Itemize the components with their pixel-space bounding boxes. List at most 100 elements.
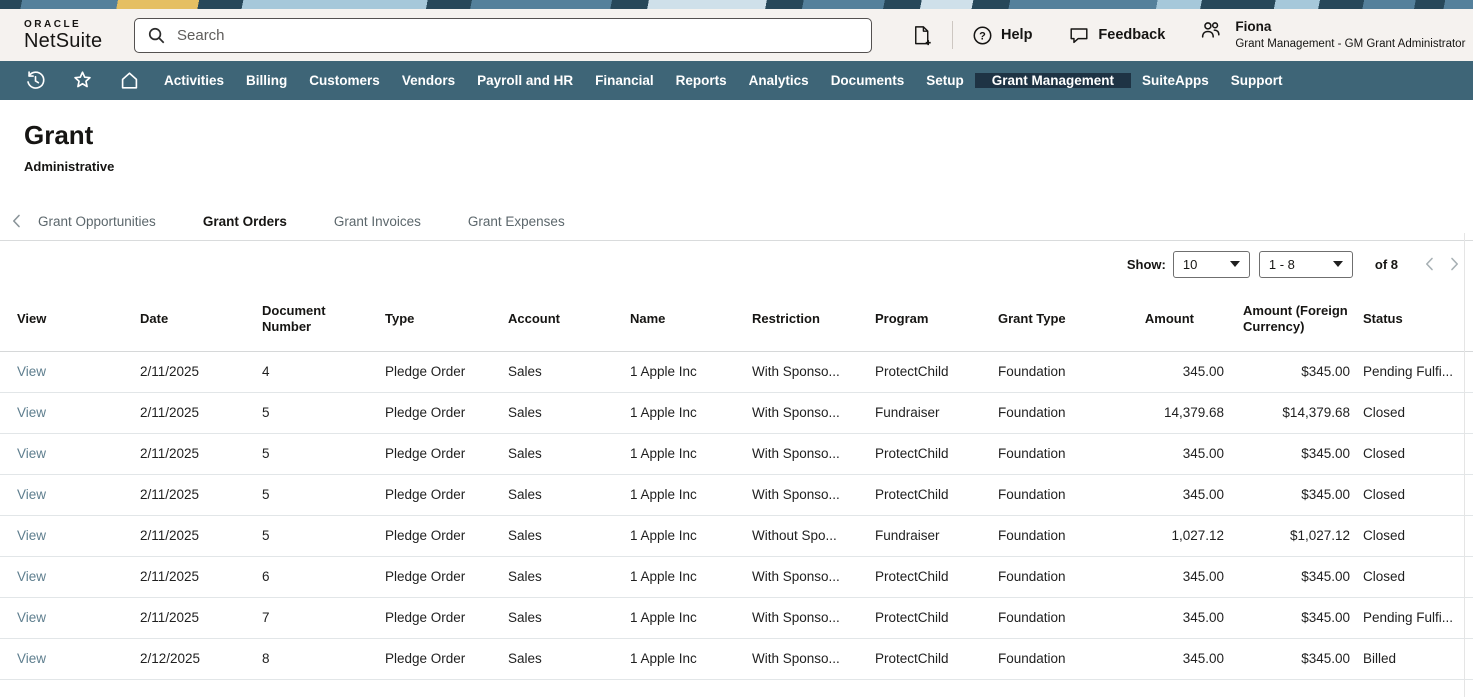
nav-item-setup[interactable]: Setup [915, 73, 975, 88]
cell-status: Closed [1358, 556, 1473, 597]
range-value: 1 - 8 [1269, 257, 1295, 272]
cell-type: Pledge Order [368, 556, 491, 597]
nav-items: ActivitiesBillingCustomersVendorsPayroll… [153, 61, 1294, 100]
nav-item-support[interactable]: Support [1220, 73, 1294, 88]
global-search-input[interactable]: Search [134, 18, 872, 53]
view-link[interactable]: View [17, 405, 46, 420]
previous-page-button[interactable] [1425, 257, 1434, 271]
range-select[interactable]: 1 - 8 [1259, 251, 1353, 278]
column-header-document-number[interactable]: Document Number [245, 287, 368, 351]
cell-date: 2/12/2025 [123, 638, 245, 679]
view-link[interactable]: View [17, 446, 46, 461]
cell-account: Sales [491, 556, 613, 597]
nav-item-vendors[interactable]: Vendors [391, 73, 466, 88]
page-size-select[interactable]: 10 [1173, 251, 1250, 278]
column-header-restriction[interactable]: Restriction [735, 287, 858, 351]
decorative-mosaic-strip [0, 0, 1473, 9]
cell-program: Fundraiser [858, 515, 981, 556]
cell-date: 2/11/2025 [123, 556, 245, 597]
search-icon [147, 26, 166, 45]
subtabs: Grant Opportunities Grant Orders Grant Inv… [38, 214, 612, 229]
column-header-program[interactable]: Program [858, 287, 981, 351]
view-link[interactable]: View [17, 610, 46, 625]
chevron-right-icon [1450, 257, 1459, 271]
cell-document-number: 5 [245, 474, 368, 515]
cell-account: Sales [491, 474, 613, 515]
cell-amount: 345.00 [1104, 638, 1232, 679]
shortcuts-button[interactable] [59, 61, 106, 100]
column-header-amount[interactable]: Amount [1104, 287, 1232, 351]
view-cell: View [0, 638, 123, 679]
cell-account: Sales [491, 433, 613, 474]
cell-amount-foreign-currency: $345.00 [1232, 638, 1358, 679]
cell-name: 1 Apple Inc [613, 597, 735, 638]
nav-item-documents[interactable]: Documents [820, 73, 916, 88]
nav-item-grant-management[interactable]: Grant Management [975, 73, 1131, 88]
column-header-amount-foreign-currency[interactable]: Amount (Foreign Currency) [1232, 287, 1358, 351]
nav-item-activities[interactable]: Activities [153, 73, 235, 88]
home-button[interactable] [106, 61, 153, 100]
cell-grant-type: Foundation [981, 433, 1104, 474]
user-info: Fiona Grant Management - GM Grant Admini… [1235, 19, 1465, 51]
column-header-name[interactable]: Name [613, 287, 735, 351]
cell-date: 2/11/2025 [123, 392, 245, 433]
nav-item-suiteapps[interactable]: SuiteApps [1131, 73, 1220, 88]
header-actions: ? Help Feedback Fiona Grant Management -… [910, 19, 1465, 51]
tab-grant-expenses[interactable]: Grant Expenses [468, 214, 565, 229]
column-header-grant-type[interactable]: Grant Type [981, 287, 1104, 351]
help-icon: ? [972, 25, 993, 46]
cell-account: Sales [491, 515, 613, 556]
view-link[interactable]: View [17, 487, 46, 502]
cell-status: Billed [1358, 638, 1473, 679]
cell-account: Sales [491, 392, 613, 433]
recent-records-button[interactable] [12, 61, 59, 100]
cell-name: 1 Apple Inc [613, 474, 735, 515]
nav-item-payroll-and-hr[interactable]: Payroll and HR [466, 73, 584, 88]
tabs-scroll-left-button[interactable] [12, 214, 21, 228]
cell-type: Pledge Order [368, 474, 491, 515]
column-header-view[interactable]: View [0, 287, 123, 351]
cell-restriction: With Sponso... [735, 351, 858, 392]
page-title: Grant [24, 120, 1473, 151]
column-header-status[interactable]: Status [1358, 287, 1473, 351]
nav-item-financial[interactable]: Financial [584, 73, 665, 88]
page-content: Grant Administrative Grant Opportunities… [0, 100, 1473, 680]
cell-grant-type: Foundation [981, 556, 1104, 597]
new-document-button[interactable] [910, 23, 933, 47]
help-label: Help [1001, 27, 1032, 43]
cell-amount: 345.00 [1104, 351, 1232, 392]
nav-item-analytics[interactable]: Analytics [738, 73, 820, 88]
cell-name: 1 Apple Inc [613, 515, 735, 556]
column-header-type[interactable]: Type [368, 287, 491, 351]
user-name: Fiona [1235, 19, 1465, 36]
view-link[interactable]: View [17, 569, 46, 584]
cell-amount-foreign-currency: $345.00 [1232, 597, 1358, 638]
column-header-date[interactable]: Date [123, 287, 245, 351]
cell-amount: 345.00 [1104, 433, 1232, 474]
column-header-account[interactable]: Account [491, 287, 613, 351]
title-block: Grant Administrative [0, 100, 1473, 174]
cell-program: ProtectChild [858, 556, 981, 597]
table-row: View2/11/20254Pledge OrderSales1 Apple I… [0, 351, 1473, 392]
feedback-button[interactable]: Feedback [1068, 24, 1165, 46]
cell-date: 2/11/2025 [123, 433, 245, 474]
cell-status: Closed [1358, 515, 1473, 556]
user-menu[interactable]: Fiona Grant Management - GM Grant Admini… [1199, 19, 1465, 51]
tab-grant-opportunities[interactable]: Grant Opportunities [38, 214, 156, 229]
view-link[interactable]: View [17, 528, 46, 543]
help-button[interactable]: ? Help [972, 25, 1032, 46]
nav-item-customers[interactable]: Customers [298, 73, 391, 88]
grant-orders-table: ViewDateDocument NumberTypeAccountNameRe… [0, 287, 1473, 680]
nav-item-reports[interactable]: Reports [665, 73, 738, 88]
cell-restriction: With Sponso... [735, 433, 858, 474]
next-page-button[interactable] [1450, 257, 1459, 271]
cell-date: 2/11/2025 [123, 515, 245, 556]
feedback-icon [1068, 24, 1090, 46]
view-link[interactable]: View [17, 651, 46, 666]
nav-item-billing[interactable]: Billing [235, 73, 298, 88]
cell-grant-type: Foundation [981, 474, 1104, 515]
tab-grant-invoices[interactable]: Grant Invoices [334, 214, 421, 229]
tab-grant-orders[interactable]: Grant Orders [203, 214, 287, 229]
user-role: Grant Management - GM Grant Administrato… [1235, 37, 1465, 51]
view-link[interactable]: View [17, 364, 46, 379]
